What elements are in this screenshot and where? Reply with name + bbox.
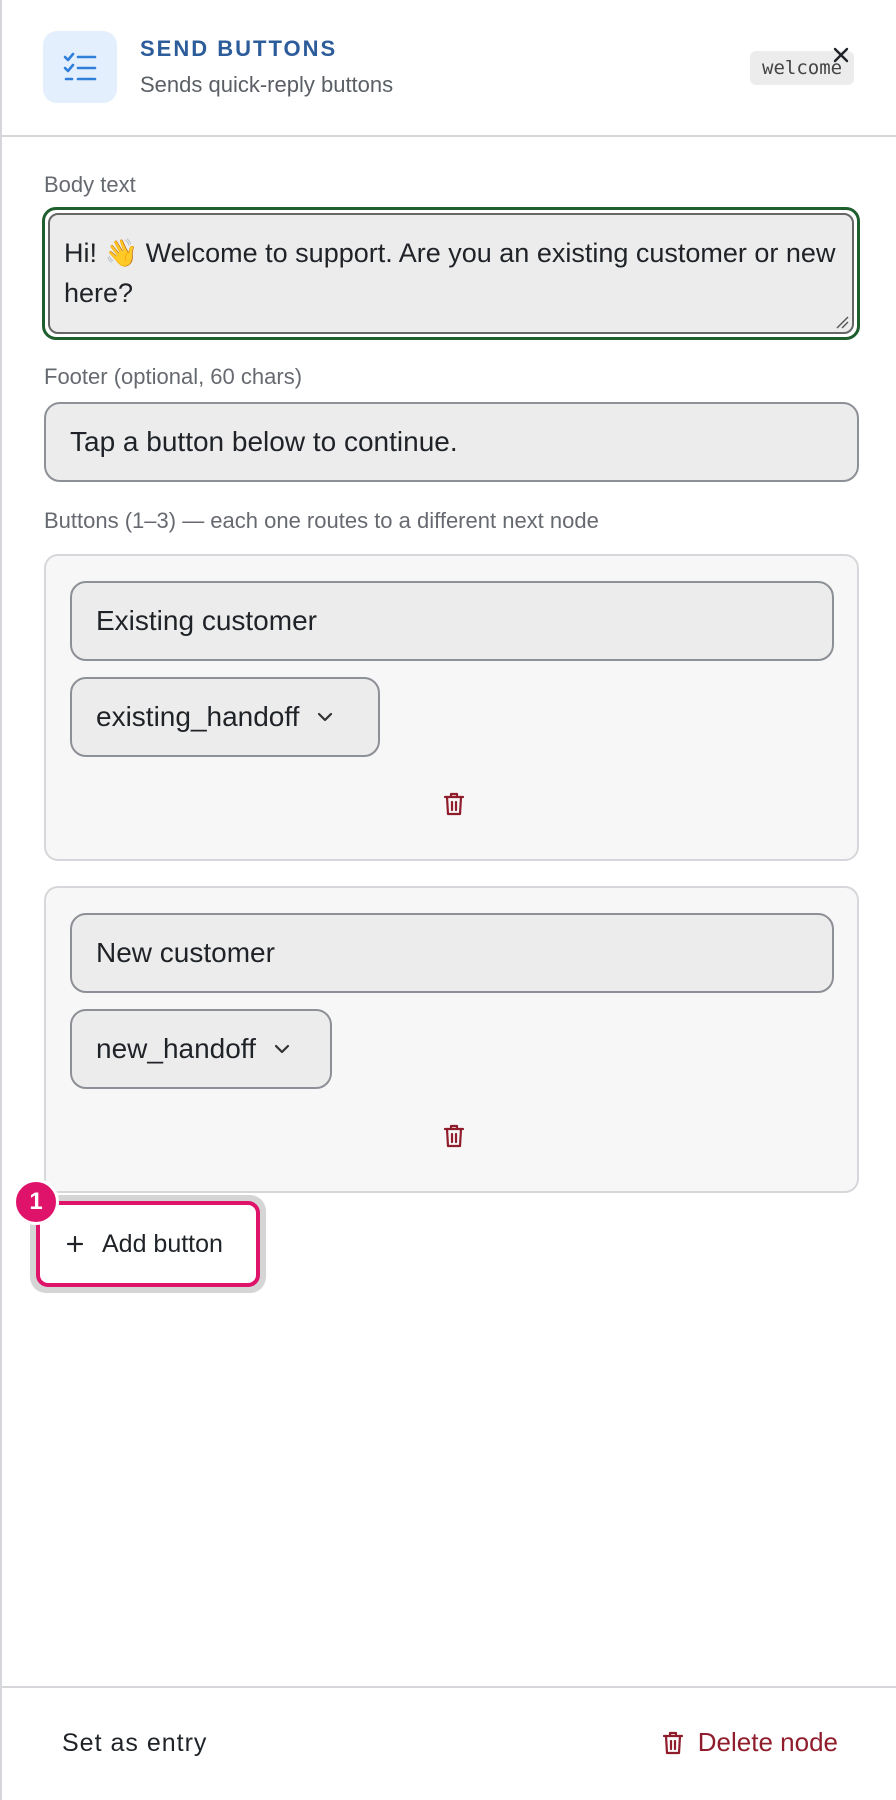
button-title-value: Existing customer <box>96 605 317 636</box>
add-button-highlight: Add button <box>30 1195 266 1293</box>
delete-node-button[interactable]: Delete node <box>662 1727 838 1758</box>
body-text-value: Hi! 👋 Welcome to support. Are you an exi… <box>64 238 836 308</box>
trash-icon[interactable] <box>443 1124 465 1148</box>
node-header: SEND BUTTONS Sends quick-reply buttons w… <box>2 0 896 137</box>
button-target-value: new_handoff <box>96 1033 256 1064</box>
body-text-label: Body text <box>44 172 136 197</box>
button-title-value: New customer <box>96 937 275 968</box>
chevron-down-icon <box>274 1044 289 1054</box>
button-card: Existing customer existing_handoff <box>44 554 859 861</box>
trash-icon <box>662 1731 683 1754</box>
resize-handle-icon[interactable] <box>835 315 849 329</box>
checklist-icon <box>43 31 117 103</box>
button-title-input[interactable]: Existing customer <box>70 581 834 661</box>
button-title-input[interactable]: New customer <box>70 913 834 993</box>
chevron-down-icon <box>318 712 333 722</box>
add-button-label: Add button <box>102 1229 223 1258</box>
delete-node-label: Delete node <box>697 1727 838 1757</box>
node-editor-panel: SEND BUTTONS Sends quick-reply buttons w… <box>0 0 896 1800</box>
footer-input[interactable]: Tap a button below to continue. <box>44 402 859 482</box>
footer-label: Footer (optional, 60 chars) <box>44 364 303 389</box>
buttons-label: Buttons (1–3) — each one routes to a dif… <box>44 508 599 533</box>
set-as-entry-button[interactable]: Set as entry <box>62 1729 207 1758</box>
close-icon[interactable] <box>828 42 854 68</box>
node-footer: Set as entry Delete node <box>2 1686 896 1800</box>
node-type-label: SEND BUTTONS <box>140 36 338 61</box>
trash-icon[interactable] <box>443 792 465 816</box>
plus-icon <box>66 1235 84 1253</box>
body-text-textarea[interactable]: Hi! 👋 Welcome to support. Are you an exi… <box>48 213 854 334</box>
button-target-select[interactable]: existing_handoff <box>70 677 380 757</box>
button-target-select[interactable]: new_handoff <box>70 1009 332 1089</box>
button-card: New customer new_handoff <box>44 886 859 1193</box>
body-text-field[interactable]: Hi! 👋 Welcome to support. Are you an exi… <box>42 207 860 340</box>
button-target-value: existing_handoff <box>96 701 300 732</box>
node-subtitle: Sends quick-reply buttons <box>140 72 394 97</box>
annotation-badge: 1 <box>13 1179 59 1225</box>
add-button[interactable]: Add button <box>36 1201 260 1287</box>
footer-value: Tap a button below to continue. <box>70 426 458 457</box>
